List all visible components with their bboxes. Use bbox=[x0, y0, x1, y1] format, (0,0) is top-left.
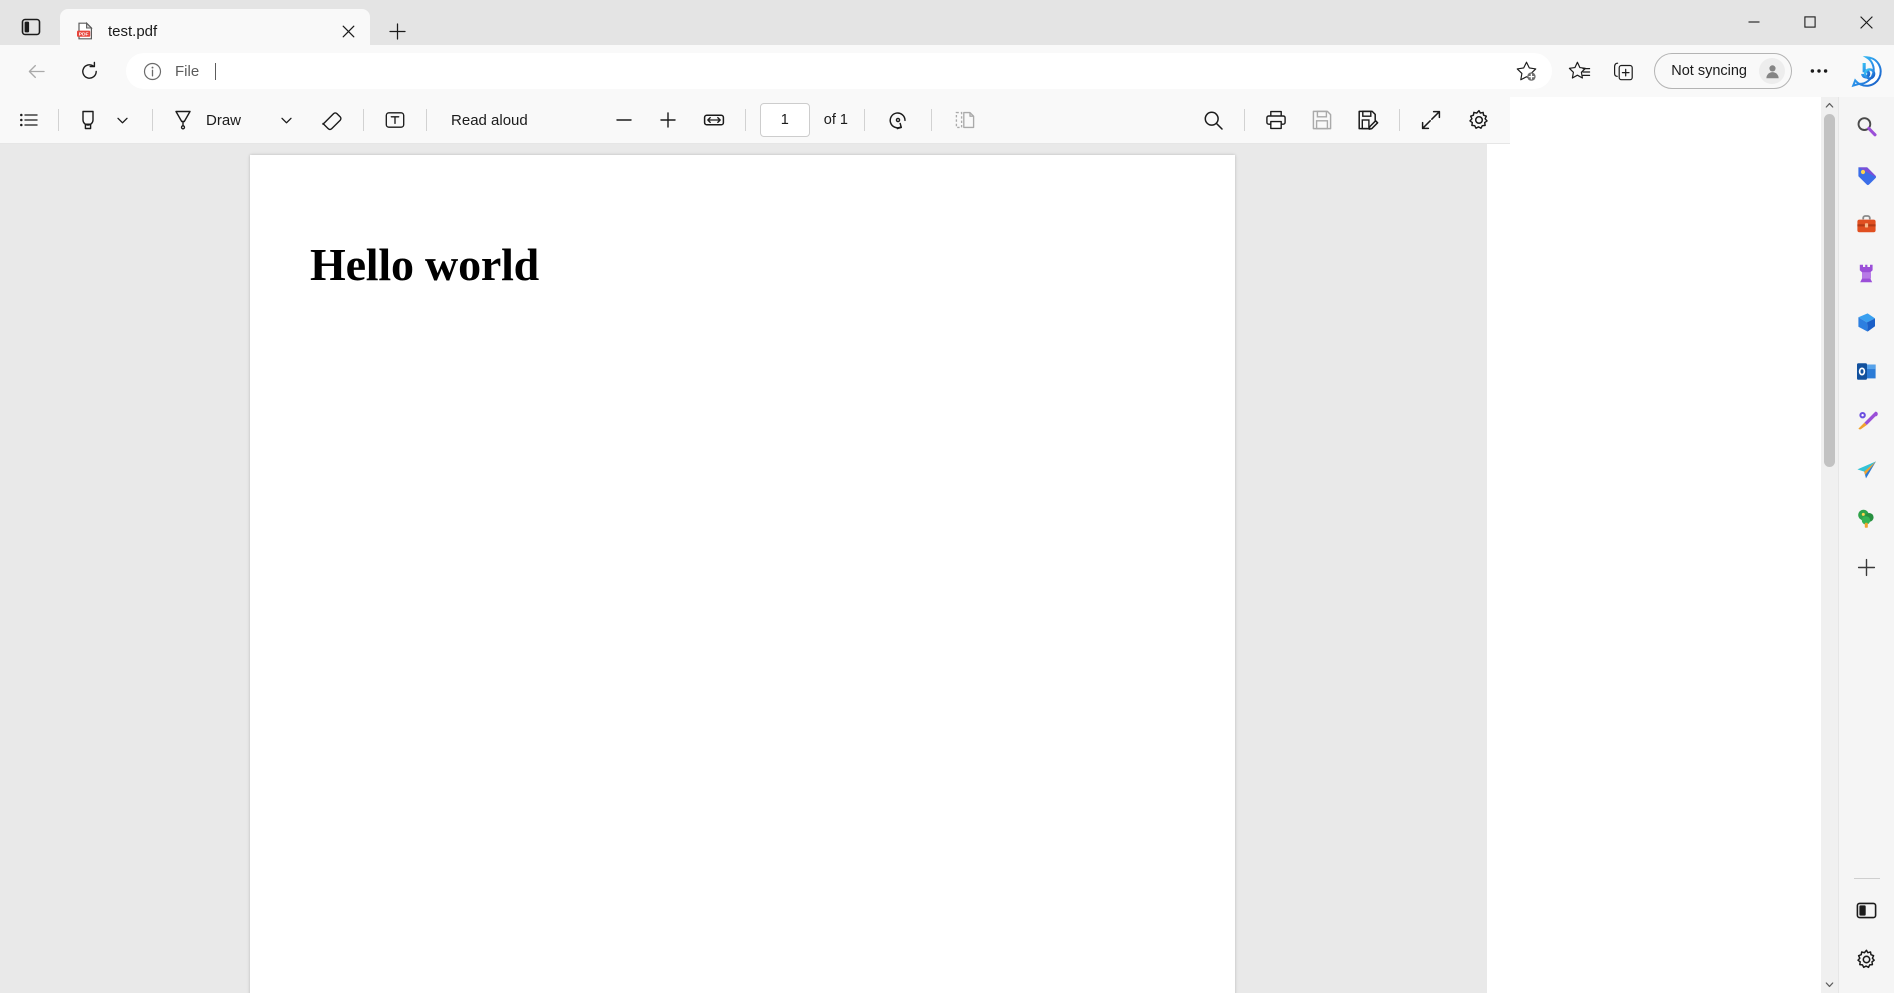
sidebar-item-send-icon[interactable] bbox=[1847, 449, 1887, 489]
eraser-icon[interactable] bbox=[315, 103, 349, 137]
toolbar-separator bbox=[863, 109, 865, 131]
tab-title: test.pdf bbox=[108, 22, 158, 40]
copilot-icon[interactable] bbox=[1844, 49, 1888, 93]
person-icon bbox=[1759, 58, 1785, 84]
pdf-icon: PDF bbox=[74, 20, 96, 42]
sidebar-item-nature-icon[interactable] bbox=[1847, 498, 1887, 538]
new-tab-icon[interactable] bbox=[380, 14, 414, 48]
draw-chevron-down-icon[interactable] bbox=[269, 103, 303, 137]
collections-icon[interactable] bbox=[1604, 52, 1642, 90]
add-text-icon[interactable] bbox=[378, 103, 412, 137]
toolbar-separator bbox=[930, 109, 932, 131]
toolbar-separator bbox=[426, 109, 428, 131]
scroll-up-icon[interactable] bbox=[1821, 97, 1838, 114]
add-favorite-icon[interactable] bbox=[1510, 55, 1542, 87]
toolbar-separator bbox=[58, 109, 59, 131]
pdf-viewer-area[interactable]: Hello world bbox=[0, 144, 1487, 993]
refresh-icon[interactable] bbox=[71, 53, 107, 89]
sidebar-item-designer-icon[interactable] bbox=[1847, 400, 1887, 440]
print-icon[interactable] bbox=[1259, 103, 1293, 137]
window-controls bbox=[1726, 0, 1894, 44]
pdf-page[interactable]: Hello world bbox=[250, 155, 1235, 993]
toolbar-separator bbox=[744, 109, 746, 131]
address-bar-value: File bbox=[175, 62, 200, 80]
toolbar-separator bbox=[1244, 109, 1245, 131]
vertical-scrollbar[interactable] bbox=[1821, 97, 1838, 993]
toolbar-separator bbox=[1399, 109, 1400, 131]
fit-to-width-icon[interactable] bbox=[697, 103, 731, 137]
info-icon[interactable] bbox=[140, 59, 164, 83]
scrollbar-thumb[interactable] bbox=[1824, 114, 1835, 467]
profile-label: Not syncing bbox=[1671, 63, 1747, 79]
zoom-in-icon[interactable] bbox=[651, 103, 685, 137]
minimize-icon[interactable] bbox=[1726, 0, 1782, 44]
browser-essentials-gear-icon[interactable] bbox=[1847, 939, 1887, 979]
sidebar-divider bbox=[1853, 878, 1880, 879]
page-number-input[interactable]: 1 bbox=[759, 103, 810, 137]
page-count-label: of 1 bbox=[823, 112, 848, 128]
scrollbar-track[interactable] bbox=[1821, 114, 1838, 976]
rotate-icon[interactable] bbox=[881, 103, 915, 137]
sidebar-item-search-icon[interactable] bbox=[1847, 106, 1887, 146]
close-window-icon[interactable] bbox=[1838, 0, 1894, 44]
sidebar-item-office-icon[interactable] bbox=[1847, 302, 1887, 342]
sidebar-item-tools-icon[interactable] bbox=[1847, 204, 1887, 244]
highlight-chevron-down-icon[interactable] bbox=[105, 103, 139, 137]
settings-and-more-icon[interactable] bbox=[1800, 52, 1838, 90]
split-screen-icon[interactable] bbox=[1847, 890, 1887, 930]
toolbar-separator bbox=[152, 109, 153, 131]
favorites-icon[interactable] bbox=[1560, 52, 1598, 90]
profile-button[interactable]: Not syncing bbox=[1654, 53, 1792, 89]
edge-sidebar bbox=[1838, 97, 1894, 993]
table-of-contents-icon[interactable] bbox=[12, 103, 46, 137]
fullscreen-icon[interactable] bbox=[1414, 103, 1448, 137]
navigation-bar: File Not syncing bbox=[0, 45, 1894, 97]
save-icon[interactable] bbox=[1305, 103, 1339, 137]
pdf-toolbar: Draw Read aloud 1 of 1 bbox=[0, 97, 1510, 144]
sidebar-add-icon[interactable] bbox=[1847, 547, 1887, 587]
text-cursor bbox=[215, 62, 217, 80]
pdf-page-heading: Hello world bbox=[310, 239, 540, 290]
sidebar-item-games-icon[interactable] bbox=[1847, 253, 1887, 293]
sidebar-item-shopping-icon[interactable] bbox=[1847, 155, 1887, 195]
sidebar-item-outlook-icon[interactable] bbox=[1847, 351, 1887, 391]
gear-icon[interactable] bbox=[1462, 103, 1496, 137]
zoom-out-icon[interactable] bbox=[607, 103, 641, 137]
back-icon[interactable] bbox=[18, 53, 54, 89]
scroll-down-icon[interactable] bbox=[1821, 976, 1838, 993]
draw-pen-icon[interactable] bbox=[166, 103, 200, 137]
highlight-icon[interactable] bbox=[71, 103, 105, 137]
read-aloud-button[interactable]: Read aloud bbox=[441, 112, 538, 129]
close-icon[interactable] bbox=[334, 17, 362, 45]
tab-actions-icon[interactable] bbox=[8, 7, 54, 47]
maximize-icon[interactable] bbox=[1782, 0, 1838, 44]
search-icon[interactable] bbox=[1196, 103, 1230, 137]
svg-text:PDF: PDF bbox=[79, 32, 89, 38]
toolbar-separator bbox=[363, 109, 365, 131]
page-view-icon[interactable] bbox=[948, 103, 982, 137]
draw-label[interactable]: Draw bbox=[200, 112, 247, 129]
save-as-icon[interactable] bbox=[1351, 103, 1385, 137]
address-bar[interactable]: File bbox=[126, 53, 1553, 89]
